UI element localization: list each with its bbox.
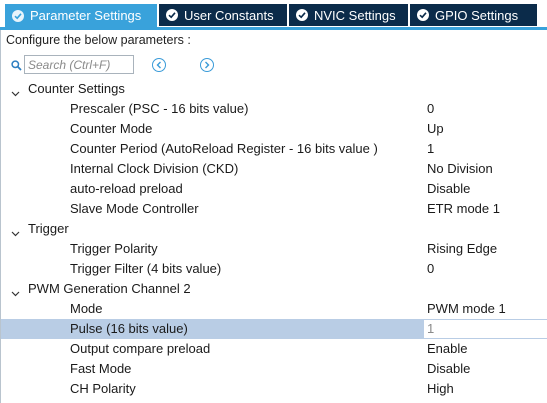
search-icon[interactable] — [11, 59, 22, 74]
param-value[interactable]: No Division — [427, 161, 493, 176]
param-row[interactable]: Prescaler (PSC - 16 bits value) 0 — [1, 99, 547, 119]
chevron-down-icon[interactable] — [11, 85, 20, 100]
param-name: CH Polarity — [70, 381, 136, 396]
tab-bar: Parameter Settings User Constants NVIC S… — [0, 0, 547, 30]
param-value[interactable]: PWM mode 1 — [427, 301, 506, 316]
param-value[interactable]: High — [427, 381, 454, 396]
chevron-right-circle-icon[interactable] — [200, 58, 214, 72]
check-circle-icon — [12, 9, 24, 22]
param-name: Output compare preload — [70, 341, 211, 356]
param-value[interactable]: Up — [427, 121, 444, 136]
param-row[interactable]: Output compare preload Enable — [1, 339, 547, 359]
param-value[interactable]: Rising Edge — [427, 241, 497, 256]
param-name: Counter Period (AutoReload Register - 16… — [70, 141, 378, 156]
chevron-left-circle-icon[interactable] — [152, 58, 166, 72]
param-name: Prescaler (PSC - 16 bits value) — [70, 101, 249, 116]
param-row[interactable]: Internal Clock Division (CKD) No Divisio… — [1, 159, 547, 179]
check-circle-icon — [417, 9, 429, 21]
group-pwm-generation-channel-2[interactable]: PWM Generation Channel 2 — [1, 279, 547, 299]
param-name: Slave Mode Controller — [70, 201, 199, 216]
param-name: Trigger Polarity — [70, 241, 158, 256]
param-value[interactable]: ETR mode 1 — [427, 201, 500, 216]
tab-user-constants[interactable]: User Constants — [159, 4, 287, 26]
param-row[interactable]: auto-reload preload Disable — [1, 179, 547, 199]
param-row[interactable]: Trigger Filter (4 bits value) 0 — [1, 259, 547, 279]
chevron-down-icon[interactable] — [11, 285, 20, 300]
param-row[interactable]: Slave Mode Controller ETR mode 1 — [1, 199, 547, 219]
param-row-selected[interactable]: Pulse (16 bits value) 1 — [1, 319, 547, 339]
search-bar — [1, 52, 547, 77]
param-row[interactable]: Fast Mode Disable — [1, 359, 547, 379]
tab-nvic-settings[interactable]: NVIC Settings — [289, 4, 408, 26]
param-row[interactable]: Counter Period (AutoReload Register - 16… — [1, 139, 547, 159]
group-counter-settings[interactable]: Counter Settings — [1, 79, 547, 99]
check-circle-icon — [166, 9, 178, 21]
group-label: PWM Generation Channel 2 — [28, 281, 191, 296]
tab-label: NVIC Settings — [314, 7, 396, 23]
tab-label: Parameter Settings — [30, 8, 142, 23]
param-row[interactable]: CH Polarity High — [1, 379, 547, 399]
configure-caption: Configure the below parameters : — [6, 33, 191, 47]
check-circle-icon — [296, 9, 308, 21]
param-name: Fast Mode — [70, 361, 132, 376]
param-name: auto-reload preload — [70, 181, 183, 196]
group-label: Counter Settings — [28, 81, 125, 96]
param-value[interactable]: Enable — [427, 341, 467, 356]
param-row[interactable]: Counter Mode Up — [1, 119, 547, 139]
param-value[interactable]: 0 — [427, 261, 434, 276]
param-name: Internal Clock Division (CKD) — [70, 161, 239, 176]
param-name: Trigger Filter (4 bits value) — [70, 261, 222, 276]
tab-gpio-settings[interactable]: GPIO Settings — [410, 4, 537, 26]
param-value[interactable]: Disable — [427, 361, 470, 376]
group-trigger[interactable]: Trigger — [1, 219, 547, 239]
parameter-panel: Configure the below parameters : Counter… — [0, 30, 547, 403]
param-value[interactable]: 0 — [427, 101, 434, 116]
tab-parameter-settings[interactable]: Parameter Settings — [5, 4, 157, 27]
param-value[interactable]: Disable — [427, 181, 470, 196]
param-row[interactable]: Trigger Polarity Rising Edge — [1, 239, 547, 259]
search-input[interactable] — [24, 55, 134, 74]
param-name: Pulse (16 bits value) — [70, 321, 188, 336]
tab-label: User Constants — [184, 7, 274, 23]
tab-label: GPIO Settings — [435, 7, 519, 23]
param-name: Counter Mode — [70, 121, 153, 136]
param-row[interactable]: Mode PWM mode 1 — [1, 299, 547, 319]
param-value[interactable]: 1 — [427, 141, 434, 156]
group-label: Trigger — [28, 221, 69, 236]
chevron-down-icon[interactable] — [11, 225, 20, 240]
param-name: Mode — [70, 301, 103, 316]
param-value-editor[interactable]: 1 — [424, 320, 547, 338]
